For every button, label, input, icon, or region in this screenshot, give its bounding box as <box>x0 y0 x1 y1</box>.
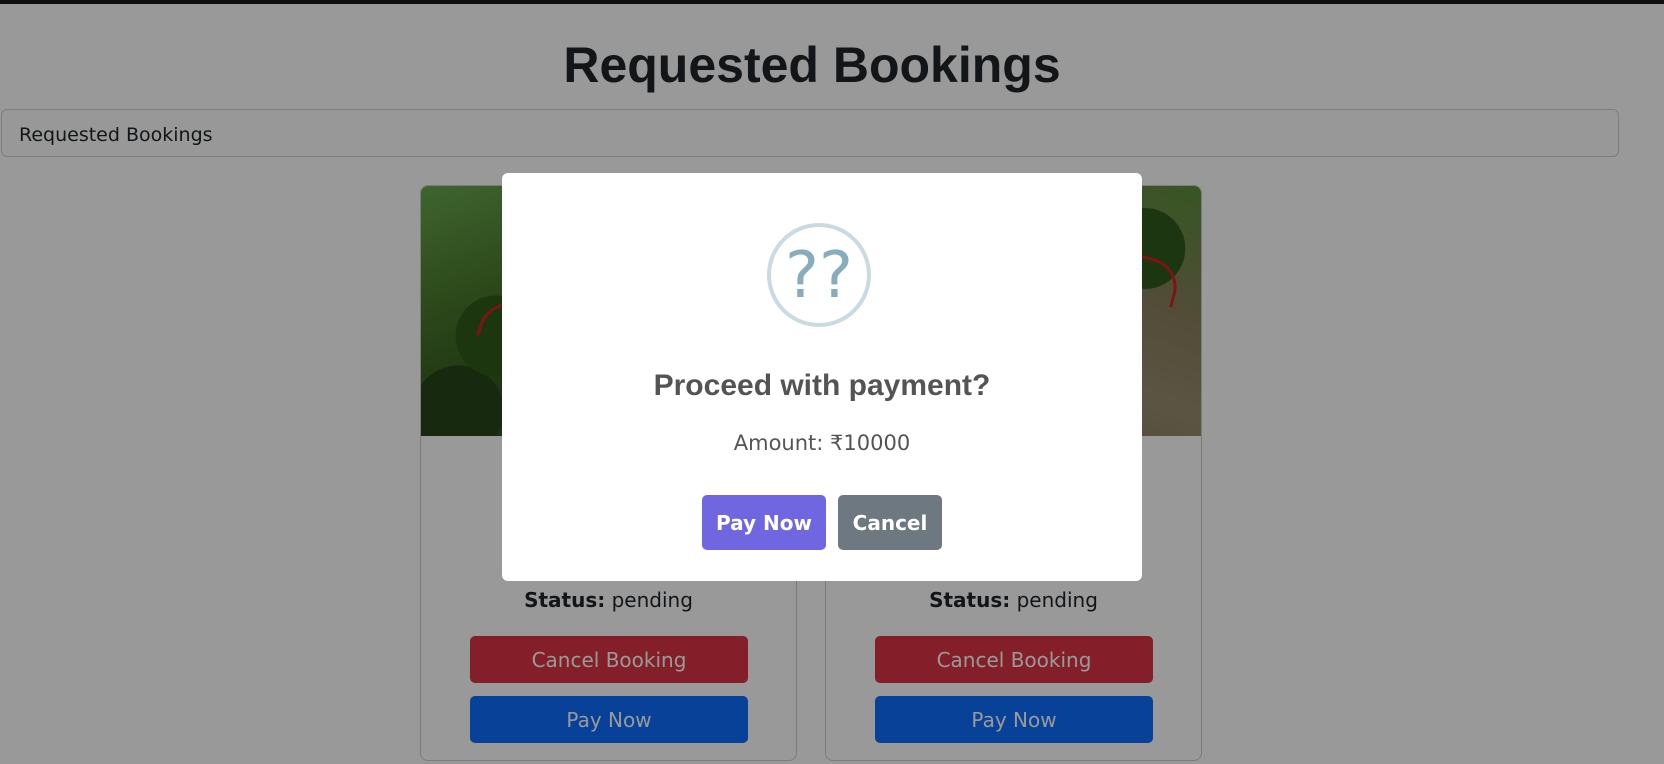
cancel-button[interactable]: Cancel <box>838 495 942 550</box>
dialog-title: Proceed with payment? <box>653 369 991 402</box>
confirm-pay-button[interactable]: Pay Now <box>702 495 826 550</box>
amount-text: Amount: ₹10000 <box>733 431 911 455</box>
payment-confirm-dialog: ?? Proceed with payment? Amount: ₹10000 … <box>502 173 1142 581</box>
question-icon: ?? <box>767 223 871 327</box>
